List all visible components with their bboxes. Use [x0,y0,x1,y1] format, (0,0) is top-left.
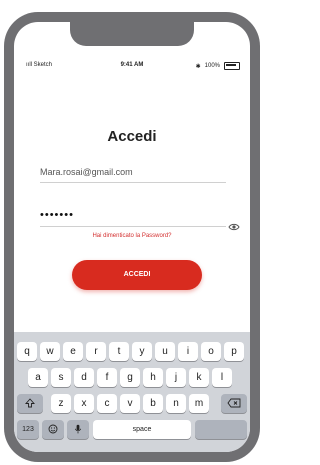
emoji-icon [48,424,58,434]
key-w[interactable]: w [40,342,60,361]
key-v[interactable]: v [120,394,140,413]
keyboard-row-4: 123 space [14,420,250,442]
key-m[interactable]: m [189,394,209,413]
key-y[interactable]: y [132,342,152,361]
keyboard-row-3: z x c v b n m [14,394,250,416]
key-b[interactable]: b [143,394,163,413]
phone-notch [70,22,194,46]
key-c[interactable]: c [97,394,117,413]
key-x[interactable]: x [74,394,94,413]
key-h[interactable]: h [143,368,163,387]
key-i[interactable]: i [178,342,198,361]
key-f[interactable]: f [97,368,117,387]
key-k[interactable]: k [189,368,209,387]
key-g[interactable]: g [120,368,140,387]
key-s[interactable]: s [51,368,71,387]
status-right: ✱ 100% [196,62,240,70]
eye-icon[interactable] [228,218,240,231]
login-button[interactable]: ACCEDI [72,260,202,290]
emoji-key[interactable] [42,420,64,439]
key-a[interactable]: a [28,368,48,387]
key-t[interactable]: t [109,342,129,361]
space-key[interactable]: space [93,420,191,439]
shift-key[interactable] [17,394,43,413]
key-n[interactable]: n [166,394,186,413]
key-u[interactable]: u [155,342,175,361]
page-title: Accedi [107,128,157,145]
key-l[interactable]: l [212,368,232,387]
key-e[interactable]: e [63,342,83,361]
backspace-key[interactable] [221,394,247,413]
return-key[interactable] [195,420,247,439]
key-d[interactable]: d [74,368,94,387]
status-bar: ııll Sketch 9:41 AM ✱ 100% [14,62,250,74]
keyboard: q w e r t y u i o p a s d f g h j k l z … [14,332,250,452]
key-o[interactable]: o [201,342,221,361]
key-q[interactable]: q [17,342,37,361]
phone-frame: ııll Sketch 9:41 AM ✱ 100% Accedi Mara.r… [4,12,260,462]
email-field[interactable]: Mara.rosai@gmail.com [40,162,226,183]
microphone-icon [74,424,82,434]
key-p[interactable]: p [224,342,244,361]
battery-percent: 100% [204,63,220,69]
shift-icon [25,398,35,408]
password-field[interactable]: ••••••• [40,206,226,227]
numbers-key[interactable]: 123 [17,420,39,439]
forgot-password-link[interactable]: Hai dimenticato la Password? [14,233,250,239]
backspace-icon [227,398,241,408]
keyboard-row-2: a s d f g h j k l [14,368,250,390]
battery-icon [224,62,240,70]
keyboard-row-1: q w e r t y u i o p [14,342,250,364]
microphone-key[interactable] [67,420,89,439]
key-j[interactable]: j [166,368,186,387]
key-r[interactable]: r [86,342,106,361]
phone-screen: ııll Sketch 9:41 AM ✱ 100% Accedi Mara.r… [14,22,250,452]
bluetooth-icon: ✱ [195,63,201,70]
key-z[interactable]: z [51,394,71,413]
